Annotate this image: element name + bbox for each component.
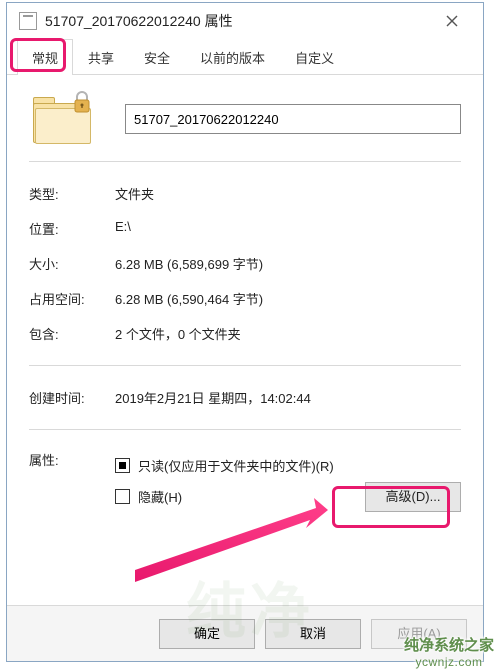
label-size: 大小: [29,254,115,273]
label-contains: 包含: [29,324,115,343]
properties-dialog: 51707_20170622012240 属性 常规 共享 安全 以前的版本 自… [6,2,484,662]
close-button[interactable] [429,6,475,36]
separator [29,429,461,430]
value-size: 6.28 MB (6,589,699 字节) [115,254,461,273]
watermark: 纯净系统之家 ycwnjz.com [404,637,494,669]
checkbox-hidden-row[interactable]: 隐藏(H) [115,481,182,512]
tabs: 常规 共享 安全 以前的版本 自定义 [7,39,483,75]
value-contains: 2 个文件，0 个文件夹 [115,324,461,343]
tab-security[interactable]: 安全 [129,39,185,75]
label-location: 位置: [29,219,115,238]
label-type: 类型: [29,184,115,203]
checkbox-hidden-label: 隐藏(H) [138,487,182,506]
content-pane: 类型:文件夹 位置:E:\ 大小:6.28 MB (6,589,699 字节) … [7,75,483,605]
app-icon [19,12,37,30]
checkbox-readonly-row[interactable]: 只读(仅应用于文件夹中的文件)(R) [115,450,461,481]
window-title: 51707_20170622012240 属性 [45,11,429,31]
ok-button[interactable]: 确定 [159,619,255,649]
close-icon [446,15,458,27]
folder-name-input[interactable] [125,104,461,134]
watermark-name: 纯净系统之家 [404,637,494,655]
checkbox-readonly[interactable] [115,458,130,473]
label-created: 创建时间: [29,388,115,407]
cancel-button[interactable]: 取消 [265,619,361,649]
separator [29,365,461,366]
separator [29,161,461,162]
advanced-button[interactable]: 高级(D)... [365,482,461,512]
folder-lock-icon [29,91,93,147]
tab-general[interactable]: 常规 [17,39,73,75]
titlebar: 51707_20170622012240 属性 [7,3,483,39]
value-type: 文件夹 [115,184,461,203]
tab-share[interactable]: 共享 [73,39,129,75]
value-size-on-disk: 6.28 MB (6,590,464 字节) [115,289,461,308]
value-created: 2019年2月21日 星期四，14:02:44 [115,388,461,407]
value-location: E:\ [115,219,461,238]
tab-custom[interactable]: 自定义 [280,39,349,75]
tab-previous-versions[interactable]: 以前的版本 [185,39,280,75]
label-size-on-disk: 占用空间: [29,289,115,308]
checkbox-readonly-label: 只读(仅应用于文件夹中的文件)(R) [138,456,334,475]
lock-icon [73,91,91,113]
checkbox-hidden[interactable] [115,489,130,504]
label-attributes: 属性: [29,450,115,512]
watermark-url: ycwnjz.com [404,655,494,669]
